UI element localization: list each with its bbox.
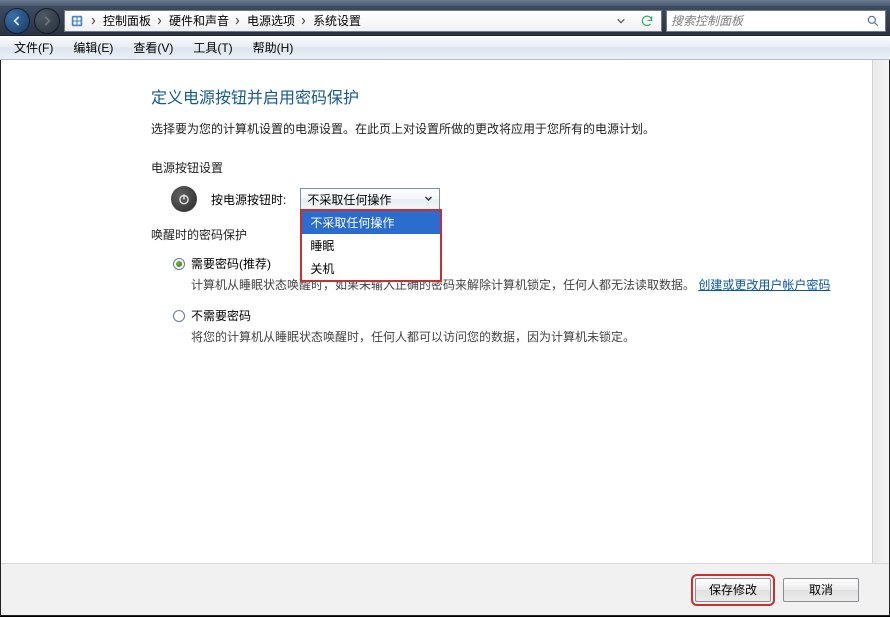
power-button-row: 按电源按钮时: 不采取任何操作 不采取任何操作 睡眠 关机 (171, 186, 859, 212)
forward-button[interactable] (34, 8, 60, 34)
power-action-select[interactable]: 不采取任何操作 不采取任何操作 睡眠 关机 (300, 188, 440, 210)
chevron-right-icon (235, 16, 241, 26)
address-bar[interactable]: 控制面板 硬件和声音 电源选项 系统设置 (64, 10, 662, 32)
search-placeholder: 搜索控制面板 (671, 12, 743, 29)
menu-tools[interactable]: 工具(T) (185, 37, 240, 58)
breadcrumb-item[interactable]: 电源选项 (247, 12, 295, 29)
control-panel-window: 控制面板 硬件和声音 电源选项 系统设置 搜索控制面板 文件(F) 编辑(E) … (0, 0, 890, 617)
power-icon (171, 186, 197, 212)
chevron-down-icon (424, 192, 433, 206)
page-title: 定义电源按钮并启用密码保护 (151, 84, 859, 108)
chevron-right-icon (91, 16, 97, 26)
account-password-link[interactable]: 创建或更改用户帐户密码 (698, 278, 830, 292)
chevron-right-icon (157, 16, 163, 26)
menu-edit[interactable]: 编辑(E) (65, 37, 121, 58)
radio-label[interactable]: 不需要密码 (191, 307, 251, 324)
page-subtitle: 选择要为您的计算机设置的电源设置。在此页上对设置所做的更改将应用于您所有的电源计… (151, 120, 859, 137)
menu-help[interactable]: 帮助(H) (245, 37, 302, 58)
radio-description: 将您的计算机从睡眠状态唤醒时，任何人都可以访问您的数据，因为计算机未锁定。 (191, 328, 859, 347)
power-action-dropdown: 不采取任何操作 睡眠 关机 (300, 209, 442, 282)
radio-description: 计算机从睡眠状态唤醒时，如果未输入正确的密码来解除计算机锁定，任何人都无法读取数… (191, 276, 859, 295)
cancel-button[interactable]: 取消 (783, 578, 859, 602)
back-button[interactable] (4, 8, 30, 34)
breadcrumb-root-icon (69, 13, 85, 29)
chevron-right-icon (301, 16, 307, 26)
search-input[interactable]: 搜索控制面板 (666, 10, 886, 32)
dropdown-option[interactable]: 关机 (302, 257, 440, 280)
dropdown-option[interactable]: 睡眠 (302, 234, 440, 257)
power-action-selected: 不采取任何操作 (307, 191, 391, 208)
footer-bar: 保存修改 取消 (1, 563, 889, 615)
content-area: 定义电源按钮并启用密码保护 选择要为您的计算机设置的电源设置。在此页上对设置所做… (0, 60, 890, 616)
radio-input[interactable] (173, 310, 185, 322)
navigation-toolbar: 控制面板 硬件和声音 电源选项 系统设置 搜索控制面板 (0, 6, 890, 36)
radio-no-password: 不需要密码 将您的计算机从睡眠状态唤醒时，任何人都可以访问您的数据，因为计算机未… (173, 307, 859, 347)
menu-bar: 文件(F) 编辑(E) 查看(V) 工具(T) 帮助(H) (0, 36, 890, 60)
scrollbar[interactable] (872, 60, 889, 563)
refresh-icon[interactable] (637, 12, 657, 30)
search-icon[interactable] (865, 13, 881, 29)
save-button[interactable]: 保存修改 (695, 578, 771, 602)
section-power-button: 电源按钮设置 (151, 159, 859, 176)
menu-file[interactable]: 文件(F) (6, 37, 61, 58)
breadcrumb-item[interactable]: 控制面板 (103, 12, 151, 29)
menu-view[interactable]: 查看(V) (125, 37, 181, 58)
address-dropdown-icon[interactable] (611, 12, 631, 30)
dropdown-option[interactable]: 不采取任何操作 (302, 211, 440, 234)
power-button-label: 按电源按钮时: (211, 191, 286, 208)
radio-require-password: 需要密码(推荐) 计算机从睡眠状态唤醒时，如果未输入正确的密码来解除计算机锁定，… (173, 255, 859, 295)
radio-label[interactable]: 需要密码(推荐) (191, 255, 271, 272)
radio-input[interactable] (173, 258, 185, 270)
section-wake-password: 唤醒时的密码保护 (151, 226, 859, 243)
breadcrumb-item[interactable]: 系统设置 (313, 12, 361, 29)
breadcrumb-item[interactable]: 硬件和声音 (169, 12, 229, 29)
